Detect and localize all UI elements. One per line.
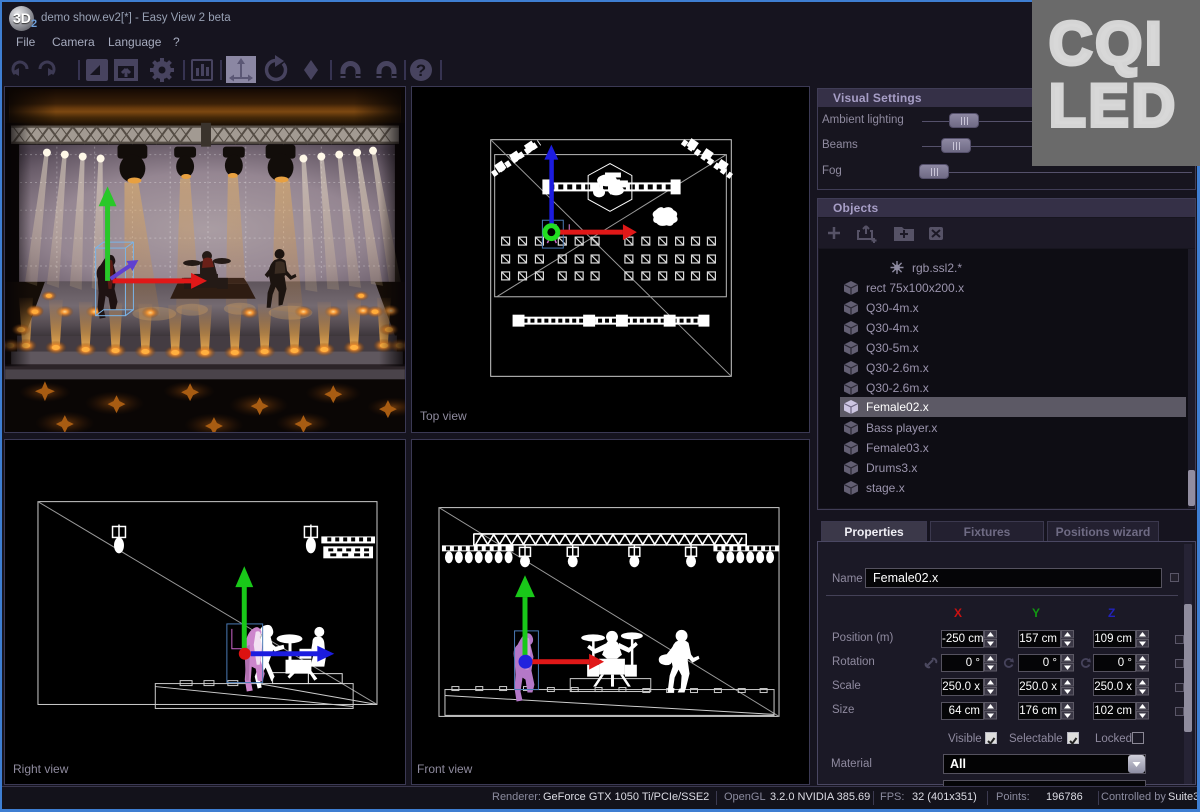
svg-text:?: ? [416, 61, 426, 80]
